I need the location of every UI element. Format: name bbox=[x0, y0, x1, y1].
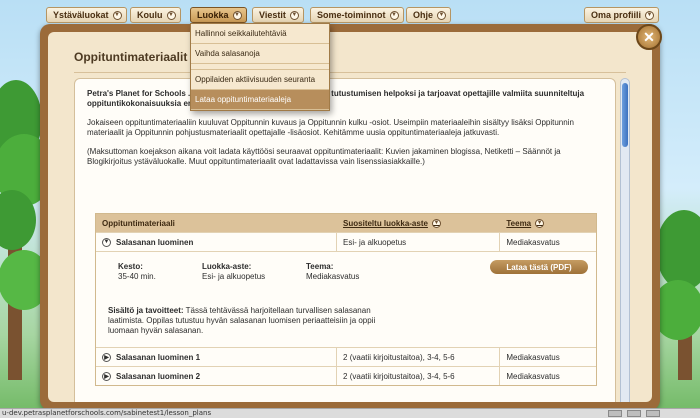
lesson-materials-window: ✕ Oppituntimateriaalit Petra's Planet fo… bbox=[40, 24, 662, 410]
expand-icon[interactable]: ▶ bbox=[102, 352, 111, 362]
intro-lead: Petra's Planet for Schools ... ohjelmist… bbox=[87, 89, 585, 108]
nav-label: Ystäväluokat bbox=[53, 10, 109, 20]
chevron-down-icon: ▼ bbox=[112, 10, 122, 20]
nav-label: Some-toiminnot bbox=[317, 10, 386, 20]
header-theme[interactable]: Teema ▼ bbox=[500, 214, 596, 232]
nav-item-ohje[interactable]: Ohje ▼ bbox=[406, 7, 452, 23]
nav-label: Koulu bbox=[137, 10, 163, 20]
nav-label: Oma profiili bbox=[591, 10, 642, 20]
theme-value: Mediakasvatus bbox=[306, 272, 360, 281]
theme-cell: Mediakasvatus bbox=[506, 352, 560, 362]
table-row[interactable]: ▶ Salasanan luominen 1 2 (vaatii kirjoit… bbox=[96, 347, 596, 366]
status-icons bbox=[608, 410, 660, 417]
browser-status-bar: u-dev.petrasplanetforschools.com/sabinet… bbox=[0, 408, 700, 418]
intro-text: Petra's Planet for Schools ... ohjelmist… bbox=[87, 89, 597, 176]
header-theme-label: Teema bbox=[506, 218, 532, 228]
grade-block: Luokka-aste: Esi- ja alkuopetus bbox=[202, 262, 265, 282]
nav-item-koulu[interactable]: Koulu ▼ bbox=[130, 7, 181, 23]
top-navigation: Ystäväluokat ▼ Koulu ▼ Luokka ▼ Viestit … bbox=[0, 0, 700, 30]
menu-item-vaihda-salasanoja[interactable]: Vaihda salasanoja bbox=[191, 44, 329, 64]
chevron-down-icon: ▼ bbox=[389, 10, 399, 20]
status-icon bbox=[646, 410, 660, 417]
status-url: u-dev.petrasplanetforschools.com/sabinet… bbox=[2, 409, 212, 417]
table-row-expanded[interactable]: ▼ Salasanan luominen Esi- ja alkuopetus … bbox=[96, 232, 596, 251]
grade-value: Esi- ja alkuopetus bbox=[202, 272, 266, 281]
grade-cell: 2 (vaatii kirjoitustaitoa), 3-4, 5-6 bbox=[337, 348, 501, 366]
duration-label: Kesto: bbox=[118, 262, 143, 271]
material-name: Salasanan luominen 2 bbox=[116, 371, 201, 381]
grade-label: Luokka-aste: bbox=[202, 262, 252, 271]
material-name: Salasanan luominen bbox=[116, 237, 194, 247]
table-row[interactable]: ▶ Salasanan luominen 2 2 (vaatii kirjoit… bbox=[96, 366, 596, 385]
menu-item-aktiivisuuden-seuranta[interactable]: Oppilaiden aktiivisuuden seuranta bbox=[191, 70, 329, 90]
nav-item-viestit[interactable]: Viestit ▼ bbox=[252, 7, 304, 23]
material-details: Kesto: 35-40 min. Luokka-aste: Esi- ja a… bbox=[96, 251, 596, 347]
nav-label: Ohje bbox=[413, 10, 434, 20]
content-area: Petra's Planet for Schools ... ohjelmist… bbox=[74, 78, 616, 402]
material-cell: ▶ Salasanan luominen 1 bbox=[96, 348, 338, 366]
chevron-down-icon: ▼ bbox=[535, 218, 545, 228]
theme-label: Teema: bbox=[306, 262, 334, 271]
theme-cell: Mediakasvatus bbox=[506, 371, 560, 381]
chevron-down-icon: ▼ bbox=[166, 10, 176, 20]
grade-cell: 2 (vaatii kirjoitustaitoa), 3-4, 5-6 bbox=[337, 367, 501, 385]
nav-item-oma-profiili[interactable]: Oma profiili ▼ bbox=[584, 7, 660, 23]
duration-block: Kesto: 35-40 min. bbox=[118, 262, 156, 282]
nav-item-some-toiminnot[interactable]: Some-toiminnot ▼ bbox=[310, 7, 404, 23]
scrollbar-thumb[interactable] bbox=[622, 83, 628, 147]
theme-cell: Mediakasvatus bbox=[506, 237, 560, 247]
header-grade[interactable]: Suositeltu luokka-aste ▼ bbox=[337, 214, 500, 232]
nav-label: Luokka bbox=[197, 10, 229, 20]
chevron-down-icon: ▼ bbox=[289, 10, 299, 20]
chevron-down-icon: ▼ bbox=[232, 10, 242, 20]
chevron-down-icon: ▼ bbox=[437, 10, 447, 20]
divider bbox=[74, 72, 626, 73]
status-icon bbox=[608, 410, 622, 417]
goals-block: Sisältö ja tavoitteet: Tässä tehtävässä … bbox=[108, 306, 388, 336]
collapse-icon[interactable]: ▼ bbox=[102, 237, 111, 247]
download-pdf-button[interactable]: Lataa tästä (PDF) bbox=[490, 260, 588, 274]
chevron-down-icon: ▼ bbox=[431, 218, 441, 228]
menu-item-lataa-oppituntimateriaaleja[interactable]: Lataa oppituntimateriaaleja bbox=[191, 90, 329, 110]
materials-table: Oppituntimateriaali Suositeltu luokka-as… bbox=[95, 213, 597, 386]
header-grade-label: Suositeltu luokka-aste bbox=[343, 218, 428, 228]
vertical-scrollbar[interactable] bbox=[620, 78, 630, 402]
material-cell: ▼ Salasanan luominen bbox=[96, 233, 338, 251]
status-icon bbox=[627, 410, 641, 417]
nav-item-ystavaluokat[interactable]: Ystäväluokat ▼ bbox=[46, 7, 127, 23]
table-header: Oppituntimateriaali Suositeltu luokka-as… bbox=[96, 214, 596, 232]
intro-trial-note: (Maksuttoman koejakson aikana voit ladat… bbox=[87, 147, 561, 166]
duration-value: 35-40 min. bbox=[118, 272, 156, 281]
nav-label: Viestit bbox=[259, 10, 286, 20]
nav-item-luokka[interactable]: Luokka ▼ bbox=[190, 7, 247, 23]
menu-item-hallinnoi-seikkailutehtavia[interactable]: Hallinnoi seikkailutehtäviä bbox=[191, 24, 329, 44]
header-material: Oppituntimateriaali bbox=[102, 218, 175, 228]
page-title: Oppituntimateriaalit bbox=[74, 50, 188, 64]
expand-icon[interactable]: ▶ bbox=[102, 371, 111, 381]
theme-block: Teema: Mediakasvatus bbox=[306, 262, 359, 282]
material-cell: ▶ Salasanan luominen 2 bbox=[96, 367, 338, 385]
window-body: Oppituntimateriaalit Petra's Planet for … bbox=[48, 32, 652, 402]
goals-label: Sisältö ja tavoitteet: bbox=[108, 306, 184, 315]
grade-cell: Esi- ja alkuopetus bbox=[337, 233, 501, 251]
intro-paragraph: Jokaiseen oppituntimateriaaliin kuuluvat… bbox=[87, 118, 574, 137]
material-name: Salasanan luominen 1 bbox=[116, 352, 201, 362]
chevron-down-icon: ▼ bbox=[645, 10, 655, 20]
luokka-dropdown-menu: Hallinnoi seikkailutehtäviä Vaihda salas… bbox=[190, 23, 330, 111]
